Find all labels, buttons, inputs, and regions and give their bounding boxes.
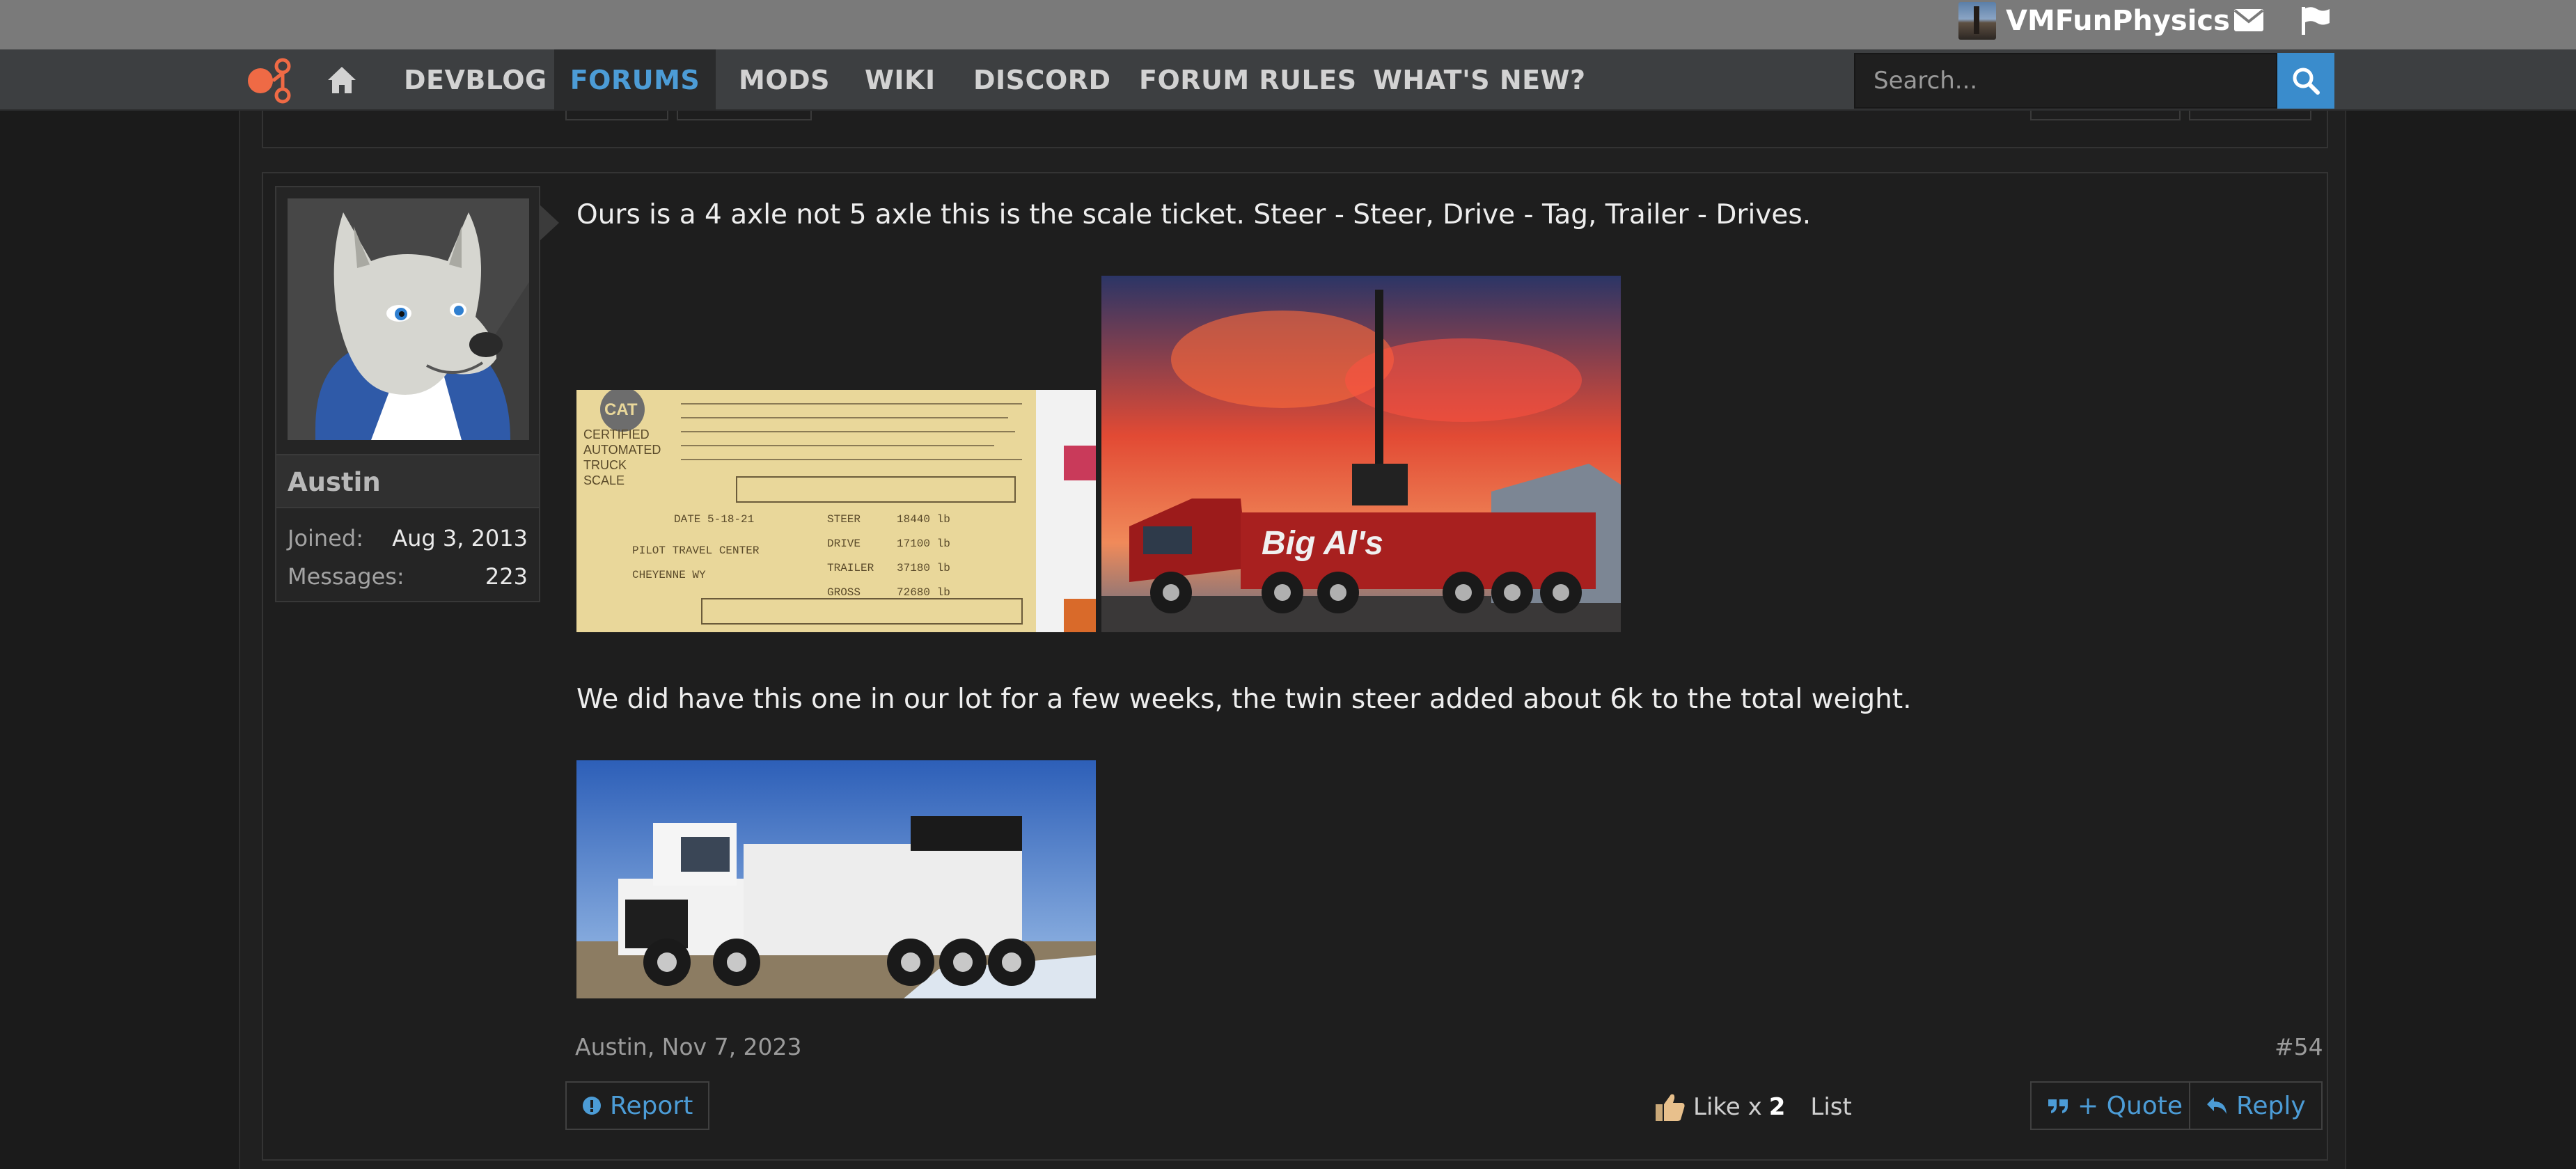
- messages-value: 223: [485, 563, 528, 590]
- svg-text:AUTOMATED: AUTOMATED: [583, 443, 661, 457]
- joined-value: Aug 3, 2013: [392, 525, 528, 551]
- svg-text:DRIVE: DRIVE: [827, 538, 861, 550]
- nav-devblog[interactable]: DEVBLOG: [404, 49, 547, 111]
- like-prefix: Like x: [1693, 1093, 1762, 1121]
- previous-post-button: [2189, 111, 2311, 120]
- user-bar: VMFunPhysics: [0, 0, 2576, 49]
- report-label: Report: [610, 1091, 693, 1120]
- author-name[interactable]: Austin: [276, 454, 539, 508]
- nav-mods[interactable]: MODS: [739, 49, 830, 111]
- quote-label: + Quote: [2078, 1091, 2183, 1120]
- svg-text:SCALE: SCALE: [583, 473, 625, 487]
- scale-ticket-image[interactable]: CAT CERTIFIED AUTOMATED TRUCK SCALE DATE…: [576, 390, 1096, 632]
- site-logo[interactable]: [245, 58, 297, 104]
- post-paragraph-1: Ours is a 4 axle not 5 axle this is the …: [576, 199, 1812, 230]
- svg-text:18440 lb: 18440 lb: [897, 513, 950, 526]
- reply-button[interactable]: Reply: [2189, 1081, 2323, 1130]
- author-card-arrow: [540, 205, 559, 241]
- post-number[interactable]: #54: [2275, 1033, 2323, 1060]
- author-card: Austin Joined: Aug 3, 2013 Messages: 223: [275, 186, 540, 602]
- svg-text:PILOT TRAVEL CENTER: PILOT TRAVEL CENTER: [632, 544, 760, 557]
- svg-text:CHEYENNE WY: CHEYENNE WY: [632, 569, 706, 581]
- svg-text:CERTIFIED: CERTIFIED: [583, 427, 650, 441]
- nav-whats-new[interactable]: WHAT'S NEW?: [1373, 49, 1586, 111]
- nav-forum-rules[interactable]: FORUM RULES: [1139, 49, 1357, 111]
- nav-wiki[interactable]: WIKI: [865, 49, 936, 111]
- quote-icon: [2048, 1099, 2068, 1113]
- main-nav: DEVBLOG FORUMS MODS WIKI DISCORD FORUM R…: [0, 49, 2576, 111]
- search-input[interactable]: Search...: [1854, 53, 2277, 109]
- svg-text:Big Al's: Big Al's: [1262, 525, 1383, 562]
- red-tow-truck-image[interactable]: Big Al's: [1101, 276, 1621, 632]
- previous-post-button: [565, 111, 668, 120]
- thumbs-up-icon: [1656, 1094, 1685, 1121]
- svg-text:STEER: STEER: [827, 513, 861, 526]
- alert-icon: [583, 1097, 601, 1115]
- svg-text:GROSS: GROSS: [827, 586, 861, 599]
- envelope-icon[interactable]: [2231, 4, 2266, 36]
- user-menu[interactable]: VMFunPhysics: [1958, 0, 2230, 42]
- quote-button[interactable]: + Quote: [2030, 1081, 2200, 1130]
- messages-stat: Messages: 223: [288, 558, 528, 595]
- reply-label: Reply: [2236, 1091, 2306, 1120]
- nav-forums[interactable]: FORUMS: [554, 49, 716, 111]
- likes-list-link[interactable]: List: [1810, 1093, 1851, 1121]
- svg-text:17100 lb: 17100 lb: [897, 538, 950, 550]
- white-tow-truck-image[interactable]: [576, 760, 1096, 998]
- svg-text:TRAILER: TRAILER: [827, 562, 874, 574]
- flag-icon[interactable]: [2298, 4, 2333, 36]
- svg-text:DATE 5-18-21: DATE 5-18-21: [674, 513, 754, 526]
- nav-discord[interactable]: DISCORD: [973, 49, 1111, 111]
- post-author-date[interactable]: Austin, Nov 7, 2023: [575, 1033, 802, 1060]
- svg-text:CAT: CAT: [604, 400, 638, 419]
- svg-text:TRUCK: TRUCK: [583, 458, 627, 472]
- previous-post-button: [677, 111, 812, 120]
- joined-label: Joined:: [288, 525, 363, 551]
- likes-summary: Like x 2 List: [1654, 1090, 1852, 1124]
- svg-text:72680 lb: 72680 lb: [897, 586, 950, 599]
- home-icon[interactable]: [326, 65, 358, 95]
- username-label: VMFunPhysics: [2006, 5, 2230, 37]
- report-button[interactable]: Report: [565, 1081, 710, 1130]
- search-button[interactable]: [2277, 53, 2334, 109]
- author-avatar[interactable]: [288, 198, 529, 440]
- like-count[interactable]: 2: [1769, 1093, 1786, 1121]
- reply-icon: [2207, 1097, 2226, 1114]
- joined-stat: Joined: Aug 3, 2013: [288, 520, 528, 556]
- svg-text:37180 lb: 37180 lb: [897, 562, 950, 574]
- post-paragraph-2: We did have this one in our lot for a fe…: [576, 684, 1912, 715]
- messages-label: Messages:: [288, 563, 405, 590]
- search-icon: [2293, 68, 2320, 95]
- previous-post-button: [2030, 111, 2181, 120]
- user-avatar: [1958, 2, 1996, 40]
